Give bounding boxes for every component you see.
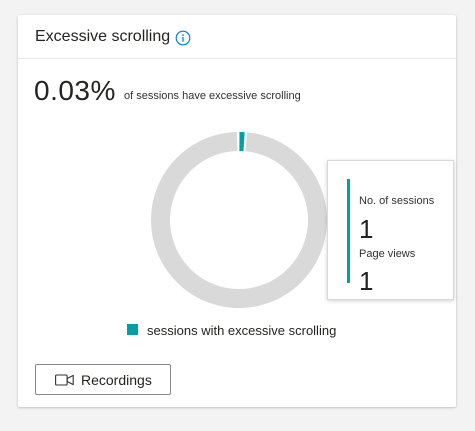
- tooltip-accent-bar: [347, 179, 350, 283]
- donut-slice-other-sessions[interactable]: [151, 132, 327, 308]
- metric-description: of sessions have excessive scrolling: [124, 90, 301, 102]
- recordings-button[interactable]: Recordings: [35, 364, 171, 395]
- info-icon[interactable]: [175, 30, 191, 46]
- card-header: Excessive scrolling: [18, 15, 456, 59]
- legend-label: sessions with excessive scrolling: [147, 323, 337, 338]
- video-camera-icon: [55, 374, 74, 386]
- legend-swatch: [127, 324, 138, 335]
- chart-tooltip: No. of sessions 1 Page views 1: [327, 160, 454, 300]
- metric-value: 0.03%: [34, 75, 116, 106]
- tooltip-pageviews-label: Page views: [359, 248, 416, 260]
- tooltip-sessions-value: 1: [359, 214, 374, 244]
- donut-chart: [151, 132, 327, 308]
- excessive-scrolling-card: Excessive scrolling 0.03% of sessions ha…: [18, 15, 456, 407]
- tooltip-sessions-label: No. of sessions: [359, 195, 435, 207]
- tooltip-pageviews-value: 1: [359, 266, 374, 296]
- donut-slice-excessive-scrolling[interactable]: [239, 132, 245, 152]
- card-title: Excessive scrolling: [35, 28, 171, 45]
- recordings-label: Recordings: [81, 372, 152, 388]
